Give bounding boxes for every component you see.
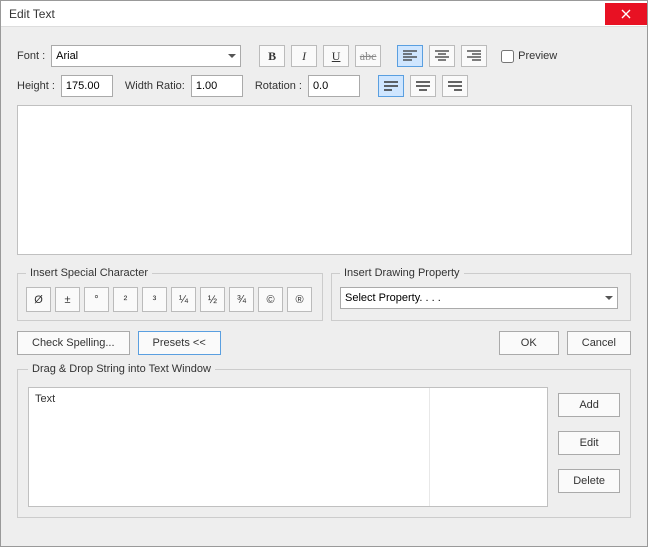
char-half[interactable]: ½	[200, 287, 225, 312]
close-button[interactable]	[605, 3, 647, 25]
preset-list[interactable]: Text	[28, 387, 548, 507]
add-button[interactable]: Add	[558, 393, 620, 417]
align-center-icon	[435, 50, 449, 62]
delete-button[interactable]: Delete	[558, 469, 620, 493]
align-left-button[interactable]	[397, 45, 423, 67]
justify-center-button[interactable]	[410, 75, 436, 97]
char-diameter[interactable]: Ø	[26, 287, 51, 312]
char-plusminus[interactable]: ±	[55, 287, 80, 312]
drag-drop-group: Drag & Drop String into Text Window Text…	[17, 363, 631, 518]
font-label: Font :	[17, 50, 45, 62]
underline-button[interactable]: U	[323, 45, 349, 67]
char-quarter[interactable]: ¼	[171, 287, 196, 312]
char-squared[interactable]: ²	[113, 287, 138, 312]
char-copyright[interactable]: ©	[258, 287, 283, 312]
special-char-group: Insert Special Character Ø ± ° ² ³ ¼ ½ ¾…	[17, 267, 323, 321]
edit-text-dialog: Edit Text Font : Arial B I U abc	[0, 0, 648, 547]
bold-button[interactable]: B	[259, 45, 285, 67]
check-spelling-button[interactable]: Check Spelling...	[17, 331, 130, 355]
justify-right-icon	[448, 80, 462, 92]
height-label: Height :	[17, 80, 55, 92]
preview-checkbox[interactable]	[501, 50, 514, 63]
width-ratio-label: Width Ratio:	[125, 80, 185, 92]
font-select[interactable]: Arial	[51, 45, 241, 67]
height-input[interactable]	[61, 75, 113, 97]
preview-label: Preview	[518, 50, 557, 62]
dialog-title: Edit Text	[9, 7, 55, 21]
align-left-icon	[403, 50, 417, 62]
strike-button[interactable]: abc	[355, 45, 381, 67]
justify-left-icon	[384, 80, 398, 92]
char-registered[interactable]: ®	[287, 287, 312, 312]
titlebar: Edit Text	[1, 1, 647, 27]
align-center-button[interactable]	[429, 45, 455, 67]
justify-right-button[interactable]	[442, 75, 468, 97]
list-separator	[429, 388, 430, 506]
property-select[interactable]: Select Property. . . .	[340, 287, 618, 309]
align-right-icon	[467, 50, 481, 62]
text-input-area[interactable]	[17, 105, 632, 255]
drag-drop-legend: Drag & Drop String into Text Window	[28, 363, 215, 375]
drawing-property-group: Insert Drawing Property Select Property.…	[331, 267, 631, 321]
presets-button[interactable]: Presets <<	[138, 331, 221, 355]
italic-button[interactable]: I	[291, 45, 317, 67]
edit-button[interactable]: Edit	[558, 431, 620, 455]
width-ratio-input[interactable]	[191, 75, 243, 97]
justify-center-icon	[416, 80, 430, 92]
cancel-button[interactable]: Cancel	[567, 331, 631, 355]
char-threequarter[interactable]: ¾	[229, 287, 254, 312]
char-cubed[interactable]: ³	[142, 287, 167, 312]
rotation-input[interactable]	[308, 75, 360, 97]
drawing-property-legend: Insert Drawing Property	[340, 267, 464, 279]
ok-button[interactable]: OK	[499, 331, 559, 355]
special-char-legend: Insert Special Character	[26, 267, 152, 279]
align-right-button[interactable]	[461, 45, 487, 67]
char-degree[interactable]: °	[84, 287, 109, 312]
justify-left-button[interactable]	[378, 75, 404, 97]
rotation-label: Rotation :	[255, 80, 302, 92]
close-icon	[621, 9, 631, 19]
list-item[interactable]: Text	[33, 392, 543, 406]
